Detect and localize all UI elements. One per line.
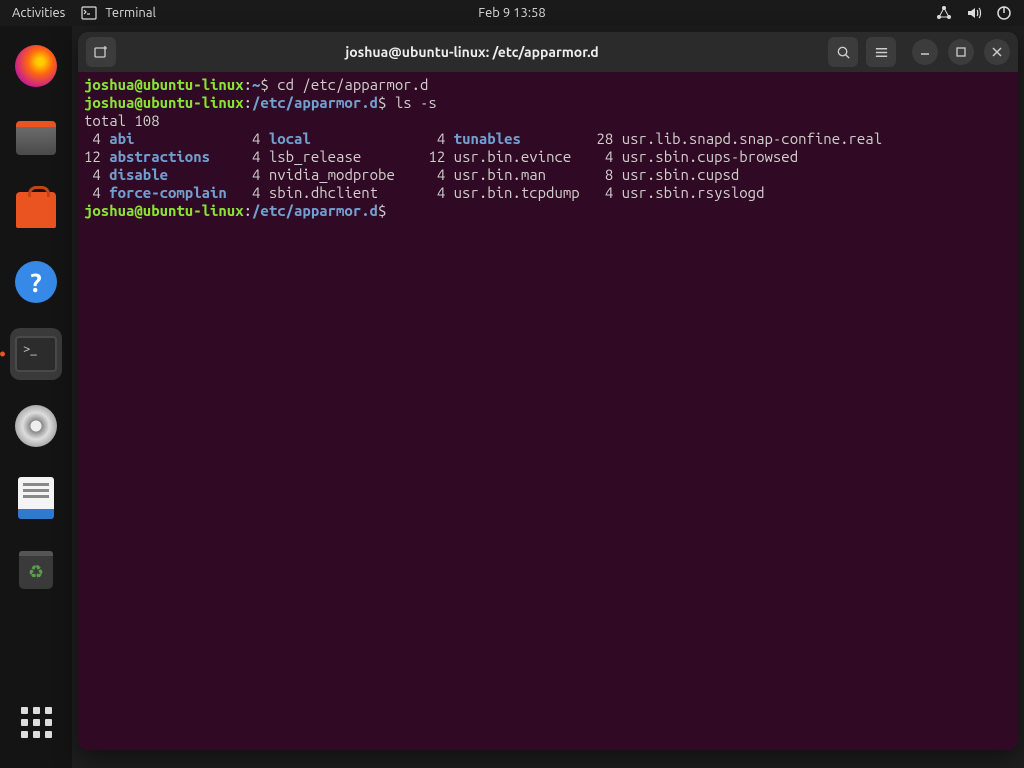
firefox-icon — [15, 45, 57, 87]
volume-icon[interactable] — [966, 5, 982, 21]
maximize-icon — [955, 46, 967, 58]
terminal-body[interactable]: joshua@ubuntu-linux:~$ cd /etc/apparmor.… — [78, 72, 1018, 750]
minimize-button[interactable] — [912, 39, 938, 65]
window-title: joshua@ubuntu-linux: /etc/apparmor.d — [124, 44, 820, 60]
terminal-icon — [81, 5, 97, 21]
dock-item-help[interactable]: ? — [10, 256, 62, 308]
app-menu-label: Terminal — [105, 6, 156, 20]
dock: ? >_ ♻ — [0, 26, 72, 768]
dock-item-files[interactable] — [10, 112, 62, 164]
text-editor-icon — [18, 477, 54, 519]
top-bar: Activities Terminal Feb 9 13:58 — [0, 0, 1024, 26]
power-icon[interactable] — [996, 5, 1012, 21]
menu-button[interactable] — [866, 37, 896, 67]
show-applications-button[interactable] — [10, 696, 62, 748]
search-button[interactable] — [828, 37, 858, 67]
trash-icon: ♻ — [19, 551, 53, 589]
network-icon[interactable] — [936, 5, 952, 21]
dock-item-trash[interactable]: ♻ — [10, 544, 62, 596]
terminal-app-icon: >_ — [15, 336, 57, 372]
activities-button[interactable]: Activities — [12, 6, 65, 20]
software-icon — [16, 192, 56, 228]
disc-icon — [15, 405, 57, 447]
titlebar[interactable]: joshua@ubuntu-linux: /etc/apparmor.d — [78, 32, 1018, 72]
dock-item-terminal[interactable]: >_ — [10, 328, 62, 380]
new-tab-button[interactable] — [86, 37, 116, 67]
files-icon — [16, 121, 56, 155]
clock[interactable]: Feb 9 13:58 — [478, 6, 545, 20]
close-icon — [991, 46, 1003, 58]
minimize-icon — [919, 46, 931, 58]
close-button[interactable] — [984, 39, 1010, 65]
dock-item-disc[interactable] — [10, 400, 62, 452]
new-tab-icon — [93, 44, 109, 60]
help-icon: ? — [15, 261, 57, 303]
terminal-window: joshua@ubuntu-linux: /etc/apparmor.d jos… — [78, 32, 1018, 750]
search-icon — [836, 45, 851, 60]
dock-item-firefox[interactable] — [10, 40, 62, 92]
maximize-button[interactable] — [948, 39, 974, 65]
dock-item-software[interactable] — [10, 184, 62, 236]
app-menu[interactable]: Terminal — [81, 5, 156, 21]
dock-item-texteditor[interactable] — [10, 472, 62, 524]
hamburger-icon — [874, 45, 889, 60]
